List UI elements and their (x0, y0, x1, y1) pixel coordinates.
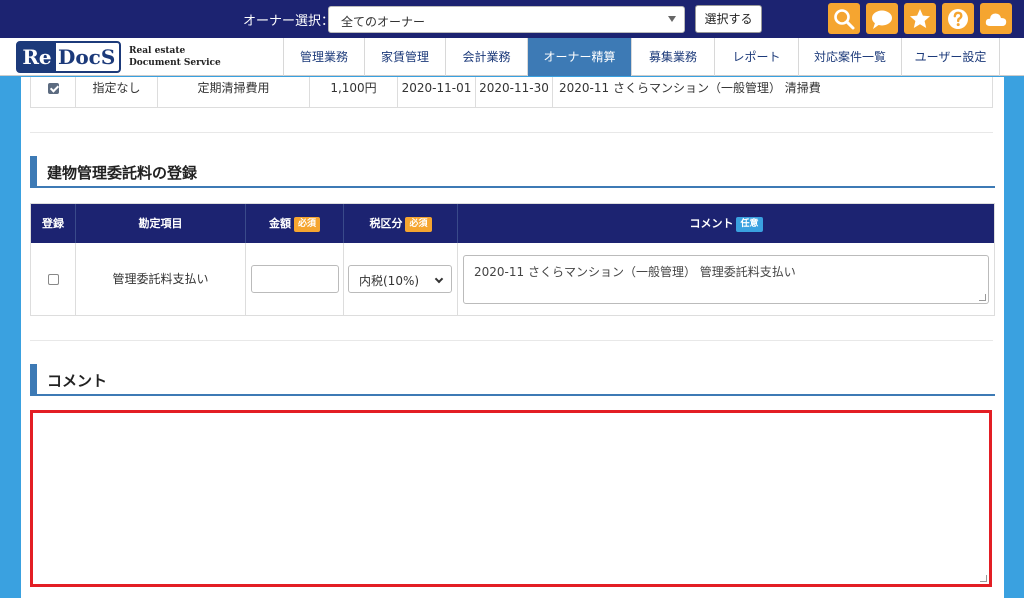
header-comment-label: コメント (689, 217, 734, 230)
amount-cell: 1,100円 (310, 77, 398, 107)
tax-cell: 内税(10%) (344, 243, 458, 316)
main-header: Re DocS Real estate Document Service 管理業… (0, 38, 1024, 76)
nav-user-settings[interactable]: ユーザー設定 (901, 38, 1000, 76)
logo-mark: Re DocS (16, 41, 121, 73)
owner-select-label: オーナー選択： (243, 14, 335, 29)
chevron-down-icon (434, 274, 444, 284)
amount-cell (246, 243, 344, 316)
required-badge: 必須 (293, 216, 320, 232)
building-fee-section-title: 建物管理委託料の登録 (30, 156, 995, 188)
help-icon (948, 9, 968, 29)
main-nav: 管理業務 家賃管理 会計業務 オーナー精算 募集業務 レポート 対応案件一覧 ユ… (283, 38, 1000, 76)
tax-select[interactable]: 内税(10%) (348, 265, 452, 293)
resize-handle-icon[interactable] (980, 575, 987, 582)
comment-section-title: コメント (30, 364, 995, 396)
nav-boshu[interactable]: 募集業務 (631, 38, 714, 76)
header-amount: 金額 必須 (246, 204, 344, 243)
logo-subtitle-line1: Real estate (129, 46, 186, 56)
header-tax-label: 税区分 (369, 217, 403, 230)
nav-owner-seisan[interactable]: オーナー精算 (527, 38, 631, 76)
item-cell: 定期清掃費用 (158, 77, 310, 107)
owner-bar: オーナー選択： 全てのオーナー 選択する (0, 0, 1024, 38)
register-cell (31, 243, 76, 316)
building-fee-table: 登録 勘定項目 金額 必須 税区分 必須 コメント 任意 管理委託料支払い 内税(10… (30, 203, 995, 316)
optional-badge: 任意 (736, 216, 763, 232)
help-button[interactable] (942, 3, 974, 34)
divider (30, 340, 993, 341)
comment-textarea[interactable]: 2020-11 さくらマンション（一般管理） 管理委託料支払い (463, 255, 989, 304)
section-title-bar (30, 156, 37, 186)
search-button[interactable] (828, 3, 860, 34)
logo-subtitle-line2: Document Service (129, 58, 221, 68)
header-tax: 税区分 必須 (344, 204, 458, 243)
amount-input[interactable] (251, 265, 339, 293)
logo-docs: DocS (58, 45, 116, 69)
section-title-bar (30, 364, 37, 394)
register-checkbox[interactable] (47, 83, 59, 94)
required-badge: 必須 (405, 216, 432, 232)
register-checkbox[interactable] (48, 274, 59, 285)
table-row: 指定なし 定期清掃費用 1,100円 2020-11-01 2020-11-30… (30, 77, 993, 108)
favorite-button[interactable] (904, 3, 936, 34)
building-fee-title: 建物管理委託料の登録 (47, 164, 198, 182)
designation-cell: 指定なし (76, 77, 158, 107)
select-owner-button[interactable]: 選択する (695, 5, 762, 33)
chat-icon (872, 10, 892, 29)
comment-text: 2020-11 さくらマンション（一般管理） 管理委託料支払い (474, 265, 796, 279)
owner-select-value: 全てのオーナー (341, 15, 426, 29)
redocs-logo[interactable]: Re DocS Real estate Document Service (16, 41, 281, 73)
cloud-icon (985, 13, 1007, 26)
end-date-cell: 2020-11-30 (476, 77, 553, 107)
star-icon (910, 9, 930, 28)
chat-button[interactable] (866, 3, 898, 34)
cloud-button[interactable] (980, 3, 1012, 34)
logo-re: Re (18, 43, 56, 71)
nav-taiou-anken[interactable]: 対応案件一覧 (798, 38, 901, 76)
divider (30, 132, 993, 133)
header-amount-label: 金額 (268, 217, 291, 230)
nav-kanri[interactable]: 管理業務 (283, 38, 364, 76)
comment-cell: 2020-11 さくらマンション（一般管理） 管理委託料支払い (458, 243, 994, 316)
nav-report[interactable]: レポート (714, 38, 798, 76)
comment-cell: 2020-11 さくらマンション（一般管理） 清掃費 (559, 81, 821, 95)
comment-input[interactable] (30, 410, 992, 587)
resize-handle-icon[interactable] (979, 294, 986, 301)
header-comment: コメント 任意 (458, 204, 994, 243)
tax-select-value: 内税(10%) (359, 274, 420, 288)
content-panel: 指定なし 定期清掃費用 1,100円 2020-11-01 2020-11-30… (21, 77, 1004, 598)
header-register: 登録 (31, 204, 76, 243)
comment-title: コメント (47, 372, 108, 390)
header-account: 勘定項目 (76, 204, 246, 243)
search-icon (834, 9, 855, 30)
nav-kaikei[interactable]: 会計業務 (445, 38, 527, 76)
start-date-cell: 2020-11-01 (398, 77, 476, 107)
table-header: 登録 勘定項目 金額 必須 税区分 必須 コメント 任意 (31, 204, 994, 243)
register-cell (31, 77, 76, 107)
owner-select[interactable]: 全てのオーナー (328, 6, 685, 33)
caret-down-icon (668, 16, 676, 22)
account-cell: 管理委託料支払い (76, 243, 246, 316)
nav-yachin[interactable]: 家賃管理 (364, 38, 445, 76)
